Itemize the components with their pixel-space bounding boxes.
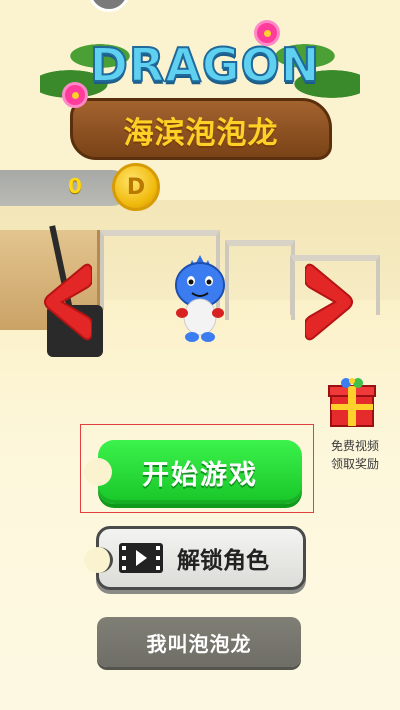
character-name-button[interactable]: 我叫泡泡龙 bbox=[97, 617, 301, 667]
previous-character-arrow-icon[interactable] bbox=[36, 262, 93, 342]
background-fence bbox=[225, 240, 295, 320]
next-character-arrow-icon[interactable] bbox=[304, 262, 361, 342]
flower-icon bbox=[62, 82, 88, 108]
unlock-character-label: 解锁角色 bbox=[177, 548, 269, 574]
start-game-button[interactable]: 开始游戏 bbox=[84, 440, 302, 504]
gift-box-icon[interactable] bbox=[327, 378, 377, 428]
coin-count: 0 bbox=[68, 174, 82, 198]
gift-label-line1: 免费视频 bbox=[330, 439, 379, 453]
logo-subtitle: 海滨泡泡龙 bbox=[123, 116, 279, 151]
start-game-label: 开始游戏 bbox=[142, 459, 258, 491]
video-play-icon bbox=[119, 543, 163, 573]
dragon-character bbox=[170, 255, 230, 345]
coin-icon: D bbox=[112, 163, 160, 211]
unlock-character-button[interactable]: 解锁角色 bbox=[84, 526, 306, 590]
logo-title: DRAGON bbox=[89, 37, 321, 93]
flower-icon bbox=[254, 20, 280, 46]
gift-reward-label[interactable]: 免费视频 领取奖励 bbox=[318, 437, 392, 473]
coin-symbol: D bbox=[126, 174, 146, 200]
gift-label-line2: 领取奖励 bbox=[330, 457, 379, 471]
character-name-label: 我叫泡泡龙 bbox=[146, 631, 252, 656]
game-logo: DRAGON 海滨泡泡龙 bbox=[40, 20, 360, 160]
